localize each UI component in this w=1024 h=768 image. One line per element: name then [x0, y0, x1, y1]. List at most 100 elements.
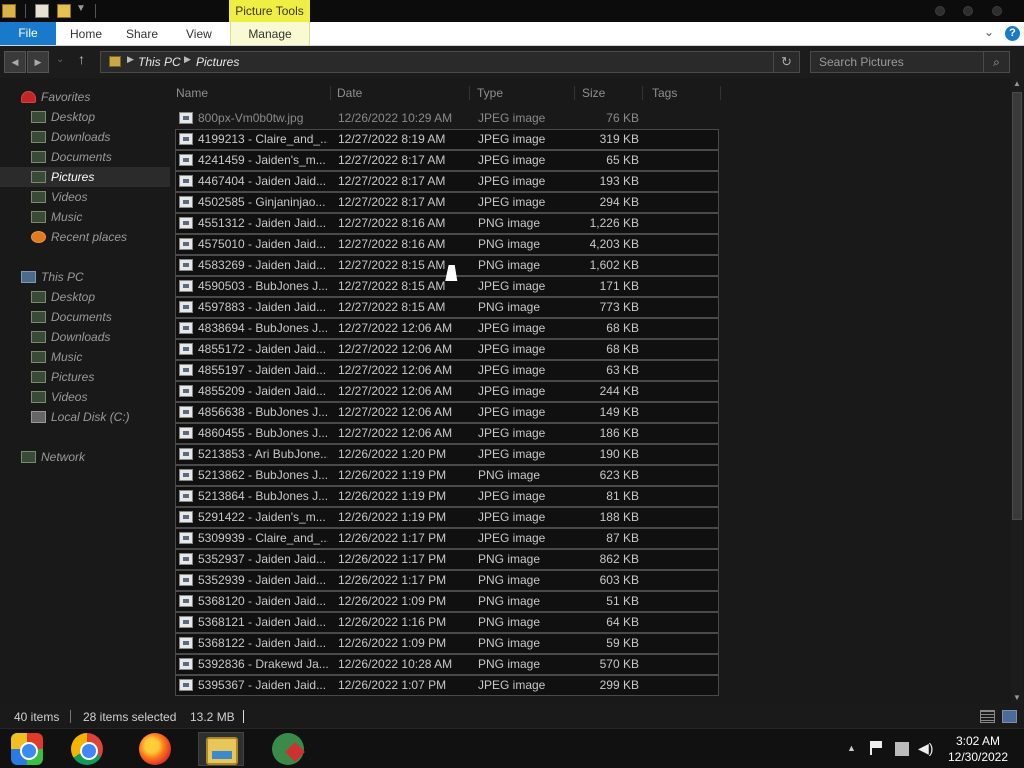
nav-item-videos[interactable]: Videos [0, 187, 170, 207]
file-row[interactable]: 4199213 - Claire_and_... 12/27/2022 8:19 … [175, 129, 719, 150]
file-row[interactable]: 4838694 - BubJones J... 12/27/2022 12:06 … [175, 318, 719, 339]
new-folder-icon[interactable] [57, 4, 71, 18]
action-center-flag-icon[interactable] [870, 741, 882, 755]
forward-button[interactable]: ▶ [27, 51, 49, 73]
chevron-down-icon[interactable]: ⌄ [984, 25, 994, 39]
file-row[interactable]: 4575010 - Jaiden Jaid... 12/27/2022 8:16 … [175, 234, 719, 255]
column-header-date[interactable]: Date [337, 82, 469, 104]
nav-item-pictures[interactable]: Pictures [0, 167, 170, 187]
start-button[interactable] [4, 732, 50, 766]
up-arrow-icon[interactable]: ↑ [78, 51, 85, 67]
file-row[interactable]: 4860455 - BubJones J... 12/27/2022 12:06 … [175, 423, 719, 444]
column-header-size[interactable]: Size [582, 82, 640, 104]
selected-count: 28 items selected [83, 710, 177, 724]
file-row[interactable]: 5395367 - Jaiden Jaid... 12/26/2022 1:07 … [175, 675, 719, 696]
refresh-icon[interactable]: ↻ [773, 52, 799, 72]
nav-item-downloads[interactable]: Downloads [0, 127, 170, 147]
file-row[interactable]: 5213864 - BubJones J... 12/26/2022 1:19 P… [175, 486, 719, 507]
column-header-tags[interactable]: Tags [652, 82, 722, 104]
chevron-down-icon[interactable]: ▼ [76, 3, 86, 14]
network-icon[interactable] [895, 742, 909, 756]
column-divider[interactable] [720, 86, 721, 100]
file-row[interactable]: 5392836 - Drakewd Ja... 12/26/2022 10:28 … [175, 654, 719, 675]
scroll-thumb[interactable] [1012, 92, 1022, 520]
nav-item-music[interactable]: Music [0, 207, 170, 227]
search-input[interactable] [811, 52, 981, 72]
column-divider[interactable] [469, 86, 470, 100]
scrollbar[interactable]: ▲ ▼ [1011, 78, 1023, 704]
breadcrumb-this-pc[interactable]: This PC [138, 54, 181, 70]
properties-icon[interactable] [35, 4, 49, 18]
breadcrumb-pictures[interactable]: Pictures [196, 54, 239, 70]
file-row[interactable]: 5352937 - Jaiden Jaid... 12/26/2022 1:17 … [175, 549, 719, 570]
tab-share[interactable]: Share [126, 22, 158, 45]
file-row[interactable]: 4502585 - Ginjaninjao... 12/27/2022 8:17 … [175, 192, 719, 213]
nav-item-documents[interactable]: Documents [0, 147, 170, 167]
image-file-icon [179, 490, 193, 502]
volume-icon[interactable]: ◀) [918, 740, 933, 757]
show-hidden-icons-icon[interactable]: ▲ [847, 743, 856, 753]
column-divider[interactable] [574, 86, 575, 100]
clock-time[interactable]: 3:02 AM [940, 734, 1016, 748]
column-header-name[interactable]: Name [176, 82, 331, 104]
file-row[interactable]: 5213853 - Ari BubJone... 12/26/2022 1:20 … [175, 444, 719, 465]
taskbar-file-explorer[interactable] [198, 732, 244, 766]
file-tab[interactable]: File [0, 22, 56, 45]
nav-item-pictures[interactable]: Pictures [0, 367, 170, 387]
chevron-right-icon[interactable]: ▶ [184, 54, 191, 65]
nav-item-recent-places[interactable]: Recent places [0, 227, 170, 247]
file-row[interactable]: 4551312 - Jaiden Jaid... 12/27/2022 8:16 … [175, 213, 719, 234]
file-row[interactable]: 5368120 - Jaiden Jaid... 12/26/2022 1:09 … [175, 591, 719, 612]
nav-item-documents[interactable]: Documents [0, 307, 170, 327]
column-divider[interactable] [330, 86, 331, 100]
scroll-up-icon[interactable]: ▲ [1011, 78, 1023, 90]
scroll-down-icon[interactable]: ▼ [1011, 692, 1023, 704]
file-row[interactable]: 4241459 - Jaiden's_m... 12/27/2022 8:17 A… [175, 150, 719, 171]
file-row[interactable]: 5309939 - Claire_and_... 12/26/2022 1:17 … [175, 528, 719, 549]
column-header-type[interactable]: Type [477, 82, 577, 104]
search-box[interactable]: ⌕ [810, 51, 1010, 73]
nav-item-music[interactable]: Music [0, 347, 170, 367]
back-button[interactable]: ◀ [4, 51, 26, 73]
nav-item-downloads[interactable]: Downloads [0, 327, 170, 347]
file-row[interactable]: 5368122 - Jaiden Jaid... 12/26/2022 1:09 … [175, 633, 719, 654]
file-row[interactable]: 4855209 - Jaiden Jaid... 12/27/2022 12:06… [175, 381, 719, 402]
nav-item-desktop[interactable]: Desktop [0, 287, 170, 307]
taskbar-app[interactable] [265, 732, 311, 766]
clock-date[interactable]: 12/30/2022 [940, 750, 1016, 764]
taskbar-chrome[interactable] [64, 732, 110, 766]
file-row[interactable]: 4597883 - Jaiden Jaid... 12/27/2022 8:15 … [175, 297, 719, 318]
file-row[interactable]: 5368121 - Jaiden Jaid... 12/26/2022 1:16 … [175, 612, 719, 633]
nav-favorites[interactable]: Favorites [0, 87, 170, 107]
maximize-button[interactable] [963, 6, 973, 16]
tab-view[interactable]: View [186, 22, 212, 45]
close-button[interactable] [992, 6, 1002, 16]
file-size: 193 KB [599, 174, 639, 188]
tab-manage[interactable]: Manage [230, 22, 310, 45]
details-view-icon[interactable] [980, 710, 995, 723]
chevron-right-icon[interactable]: ▶ [127, 54, 134, 65]
recent-locations-icon[interactable]: ⌄ [56, 54, 64, 65]
file-row[interactable]: 4855197 - Jaiden Jaid... 12/27/2022 12:06… [175, 360, 719, 381]
file-row[interactable]: 4855172 - Jaiden Jaid... 12/27/2022 12:06… [175, 339, 719, 360]
taskbar-firefox[interactable] [132, 732, 178, 766]
file-row[interactable]: 5291422 - Jaiden's_m... 12/26/2022 1:19 P… [175, 507, 719, 528]
large-icons-view-icon[interactable] [1002, 710, 1017, 723]
folder-icon[interactable] [2, 4, 16, 18]
search-icon[interactable]: ⌕ [983, 52, 1009, 72]
nav-network[interactable]: Network [0, 447, 170, 467]
help-icon[interactable]: ? [1005, 26, 1020, 41]
nav-this-pc[interactable]: This PC [0, 267, 170, 287]
file-row[interactable]: 4467404 - Jaiden Jaid... 12/27/2022 8:17 … [175, 171, 719, 192]
file-row[interactable]: 4856638 - BubJones J... 12/27/2022 12:06 … [175, 402, 719, 423]
nav-item-videos[interactable]: Videos [0, 387, 170, 407]
tab-home[interactable]: Home [70, 22, 102, 45]
column-divider[interactable] [642, 86, 643, 100]
file-row[interactable]: 800px-Vm0b0tw.jpg 12/26/2022 10:29 AM JPEG… [175, 108, 719, 129]
nav-item-desktop[interactable]: Desktop [0, 107, 170, 127]
nav-item-local-disk[interactable]: Local Disk (C:) [0, 407, 170, 427]
file-row[interactable]: 5352939 - Jaiden Jaid... 12/26/2022 1:17 … [175, 570, 719, 591]
address-bar[interactable]: ▶ This PC ▶ Pictures ↻ [100, 51, 800, 73]
file-row[interactable]: 5213862 - BubJones J... 12/26/2022 1:19 P… [175, 465, 719, 486]
minimize-button[interactable] [935, 6, 945, 16]
